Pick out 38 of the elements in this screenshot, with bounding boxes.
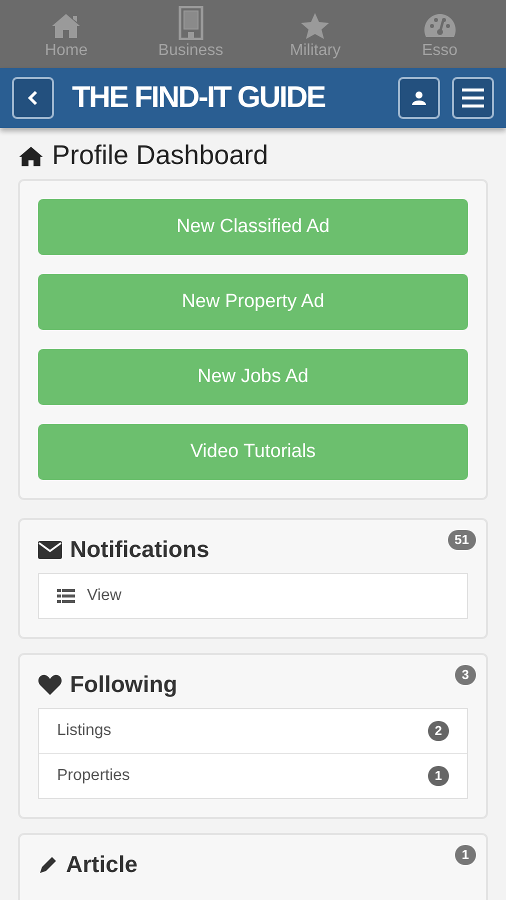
panel-title: Following: [70, 671, 178, 698]
nav-tab[interactable]: Home: [4, 0, 128, 68]
building-icon: [178, 6, 204, 40]
list-icon: [57, 589, 75, 603]
nav-tab[interactable]: Business: [128, 0, 253, 68]
nav-tab[interactable]: Military: [253, 0, 378, 68]
list-item[interactable]: View: [39, 574, 467, 618]
pencil-icon: [38, 854, 58, 874]
count-badge: 1: [428, 766, 449, 786]
item-label: View: [87, 587, 122, 605]
action-button[interactable]: Video Tutorials: [38, 424, 468, 480]
home-icon: [18, 144, 44, 166]
chevron-left-icon: [27, 90, 39, 106]
count-badge: 51: [448, 530, 476, 550]
list-item[interactable]: Properties 1: [39, 753, 467, 798]
envelope-icon: [38, 540, 62, 558]
profile-button[interactable]: [398, 77, 440, 119]
page-title: Profile Dashboard: [52, 140, 268, 171]
home-icon: [51, 12, 82, 40]
heart-icon: [38, 674, 62, 696]
action-button[interactable]: New Jobs Ad: [38, 349, 468, 405]
gauge-icon: [422, 12, 457, 40]
action-button[interactable]: New Classified Ad: [38, 199, 468, 255]
panel-title: Article: [66, 851, 138, 878]
item-label: Listings: [57, 722, 112, 740]
menu-button[interactable]: [452, 77, 494, 119]
count-badge: 1: [454, 845, 476, 865]
back-button[interactable]: [12, 77, 54, 119]
panel-title: Notifications: [70, 536, 210, 563]
user-icon: [412, 91, 426, 105]
list-item[interactable]: Listings 2: [39, 709, 467, 753]
nav-tab[interactable]: Esso: [378, 0, 502, 68]
menu-icon: [461, 88, 485, 108]
item-label: Properties: [57, 767, 130, 785]
count-badge: 3: [454, 665, 476, 685]
count-badge: 2: [428, 721, 449, 741]
star-icon: [300, 12, 330, 40]
action-button[interactable]: New Property Ad: [38, 274, 468, 330]
